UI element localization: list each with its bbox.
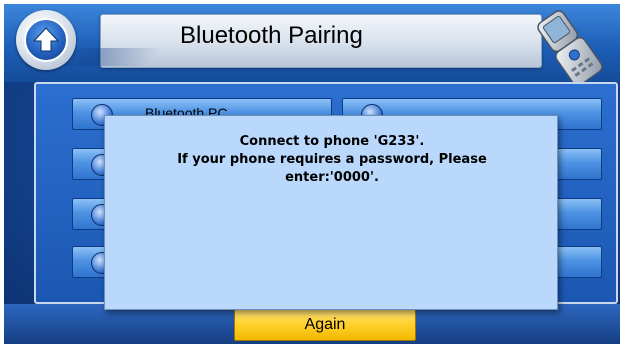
dialog-message: Connect to phone 'G233'. If your phone r… [105,133,559,187]
dialog-message-line: If your phone requires a password, Pleas… [177,152,487,167]
dialog-message-line: enter:'0000'. [285,170,379,185]
screen: Bluetooth Pairing Bluetooth PC Again Con… [4,4,620,344]
again-button[interactable]: Again [234,309,416,341]
dialog-message-line: Connect to phone 'G233'. [239,134,425,149]
header-bar: Bluetooth Pairing [4,4,620,87]
arrow-up-icon [24,18,68,62]
back-button[interactable] [16,10,76,70]
page-title: Bluetooth Pairing [180,22,363,49]
flip-phone-icon [537,10,603,87]
pairing-dialog: Connect to phone 'G233'. If your phone r… [104,115,558,310]
